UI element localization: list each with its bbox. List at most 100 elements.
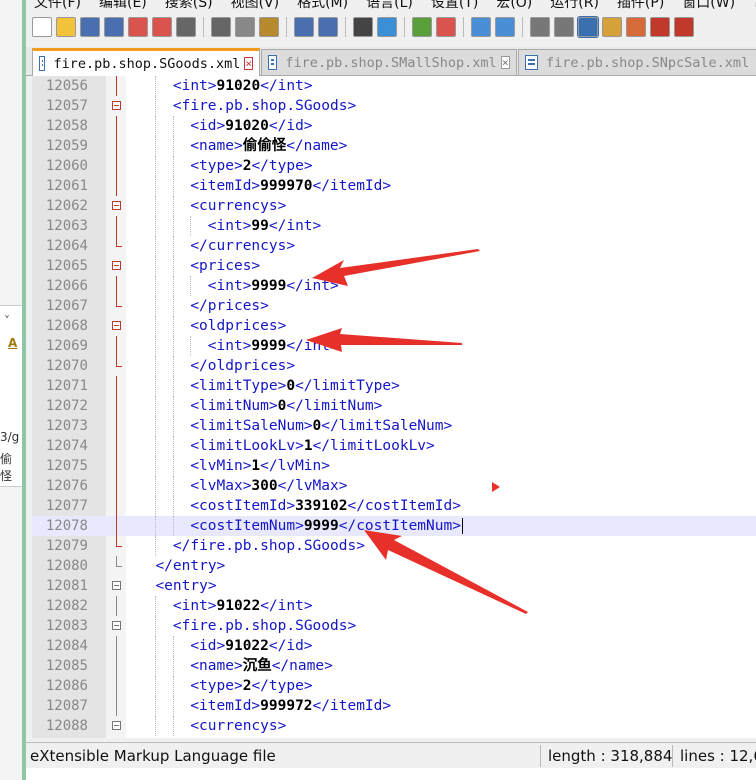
indent-guide-icon[interactable]: [577, 16, 599, 38]
xml-tag: <costItemNum>: [190, 518, 304, 534]
fold-toggle-icon[interactable]: [112, 616, 122, 636]
code-line[interactable]: 12058 <id>91020</id>: [32, 116, 756, 136]
code-line[interactable]: 12059 <name>偷偷怪</name>: [32, 136, 756, 156]
code-line[interactable]: 12086 <type>2</type>: [32, 676, 756, 696]
code-line[interactable]: 12084 <id>91022</id>: [32, 636, 756, 656]
indent-guide: [155, 316, 157, 336]
zoom-in-icon[interactable]: [412, 17, 432, 37]
code-line[interactable]: 12072 <limitNum>0</limitNum>: [32, 396, 756, 416]
indent-guide: [155, 76, 157, 96]
xml-tag: <limitType>: [190, 378, 287, 394]
find-icon[interactable]: [353, 17, 373, 37]
show-all-icon[interactable]: [554, 17, 574, 37]
code-text: <itemId>999970</itemId>: [190, 176, 391, 196]
code-line[interactable]: 12076 <lvMax>300</lvMax>: [32, 476, 756, 496]
code-line[interactable]: 12083 <fire.pb.shop.SGoods>: [32, 616, 756, 636]
code-line[interactable]: 12064 </currencys>: [32, 236, 756, 256]
code-text: </prices>: [190, 296, 269, 316]
doc-map-icon[interactable]: [602, 17, 622, 37]
code-editor[interactable]: 12056 <int>91020</int> 12057 <fire.pb.shop.…: [32, 76, 756, 738]
xml-file-icon: [525, 55, 538, 70]
menu-item-7[interactable]: 宏(O): [496, 0, 532, 11]
menu-item-3[interactable]: 视图(V): [231, 0, 280, 11]
background-dropdown-arrow: ˅: [4, 314, 10, 328]
menu-item-10[interactable]: 窗口(W): [682, 0, 735, 11]
code-line[interactable]: 12070 </oldprices>: [32, 356, 756, 376]
fold-toggle-icon[interactable]: [112, 576, 122, 596]
code-line[interactable]: 12068 <oldprices>: [32, 316, 756, 336]
replace-icon[interactable]: [377, 17, 397, 37]
indent-guide: [155, 256, 157, 276]
code-line[interactable]: 12066 <int>9999</int>: [32, 276, 756, 296]
indent-guide: [155, 116, 157, 136]
menu-item-0[interactable]: 文件(F): [34, 0, 81, 11]
close-icon[interactable]: [128, 17, 148, 37]
fold-toggle-icon[interactable]: [112, 256, 122, 276]
tab-sgoods[interactable]: fire.pb.shop.SGoods.xml ×: [32, 48, 260, 76]
menu-item-2[interactable]: 搜索(S): [165, 0, 213, 11]
code-line[interactable]: 12057 <fire.pb.shop.SGoods>: [32, 96, 756, 116]
menu-item-8[interactable]: 运行(R): [550, 0, 599, 11]
code-line[interactable]: 12078 <costItemNum>9999</costItemNum>: [32, 516, 756, 536]
code-line[interactable]: 12079 </fire.pb.shop.SGoods>: [32, 536, 756, 556]
print-icon[interactable]: [176, 17, 196, 37]
code-line[interactable]: 12073 <limitSaleNum>0</limitSaleNum>: [32, 416, 756, 436]
close-all-icon[interactable]: [152, 17, 172, 37]
indent-guide: [172, 216, 175, 236]
fold-line: [112, 356, 122, 376]
function-list-icon[interactable]: [626, 17, 646, 37]
menu-item-9[interactable]: 插件(P): [617, 0, 664, 11]
code-line[interactable]: 12063 <int>99</int>: [32, 216, 756, 236]
code-line[interactable]: 12062 <currencys>: [32, 196, 756, 216]
cut-icon[interactable]: [211, 17, 231, 37]
save-all-icon[interactable]: [104, 17, 124, 37]
redo-icon[interactable]: [318, 17, 338, 37]
code-line[interactable]: 12080 </entry>: [32, 556, 756, 576]
xml-tag: </id>: [268, 638, 313, 654]
menu-item-5[interactable]: 语言(L): [366, 0, 413, 11]
menu-item-4[interactable]: 格式(M): [297, 0, 348, 11]
code-line[interactable]: 12081 <entry>: [32, 576, 756, 596]
code-line[interactable]: 12088 <currencys>: [32, 716, 756, 736]
xml-tag: <int>: [172, 598, 217, 614]
sync-v-icon[interactable]: [471, 17, 491, 37]
xml-value: 偷偷怪: [242, 138, 287, 154]
code-line[interactable]: 12075 <lvMin>1</lvMin>: [32, 456, 756, 476]
code-line[interactable]: 12060 <type>2</type>: [32, 156, 756, 176]
fold-toggle-icon[interactable]: [112, 196, 122, 216]
tab-smallshop[interactable]: fire.pb.shop.SMallShop.xml ×: [261, 49, 517, 75]
tab-close-icon[interactable]: ×: [244, 57, 253, 70]
tab-close-icon[interactable]: ×: [500, 56, 510, 69]
wrap-icon[interactable]: [530, 17, 550, 37]
menu-item-6[interactable]: 设置(T): [431, 0, 478, 11]
code-line[interactable]: 12056 <int>91020</int>: [32, 76, 756, 96]
background-text-2: 偷怪: [0, 452, 13, 483]
open-file-icon[interactable]: [56, 17, 76, 37]
new-file-icon[interactable]: [32, 17, 52, 37]
code-line[interactable]: 12067 </prices>: [32, 296, 756, 316]
paste-icon[interactable]: [259, 17, 279, 37]
code-line[interactable]: 12077 <costItemId>339102</costItemId>: [32, 496, 756, 516]
fold-toggle-icon[interactable]: [112, 716, 122, 736]
menu-item-1[interactable]: 编辑(E): [99, 0, 147, 11]
code-line[interactable]: 12061 <itemId>999970</itemId>: [32, 176, 756, 196]
code-line[interactable]: 12085 <name>沉鱼</name>: [32, 656, 756, 676]
tab-snpcsale[interactable]: fire.pb.shop.SNpcSale.xml: [518, 49, 756, 75]
fold-toggle-icon[interactable]: [112, 96, 122, 116]
xml-tag: <oldprices>: [190, 318, 287, 334]
code-line[interactable]: 12087 <itemId>999972</itemId>: [32, 696, 756, 716]
copy-icon[interactable]: [235, 17, 255, 37]
zoom-out-icon[interactable]: [436, 17, 456, 37]
fold-toggle-icon[interactable]: [112, 316, 122, 336]
sync-h-icon[interactable]: [495, 17, 515, 37]
code-line[interactable]: 12082 <int>91022</int>: [32, 596, 756, 616]
indent-guide: [172, 256, 175, 276]
undo-icon[interactable]: [294, 17, 314, 37]
macro-stop-icon[interactable]: [674, 17, 694, 37]
code-line[interactable]: 12069 <int>9999</int>: [32, 336, 756, 356]
code-line[interactable]: 12065 <prices>: [32, 256, 756, 276]
save-icon[interactable]: [80, 17, 100, 37]
macro-record-icon[interactable]: [650, 17, 670, 37]
code-line[interactable]: 12071 <limitType>0</limitType>: [32, 376, 756, 396]
code-line[interactable]: 12074 <limitLookLv>1</limitLookLv>: [32, 436, 756, 456]
